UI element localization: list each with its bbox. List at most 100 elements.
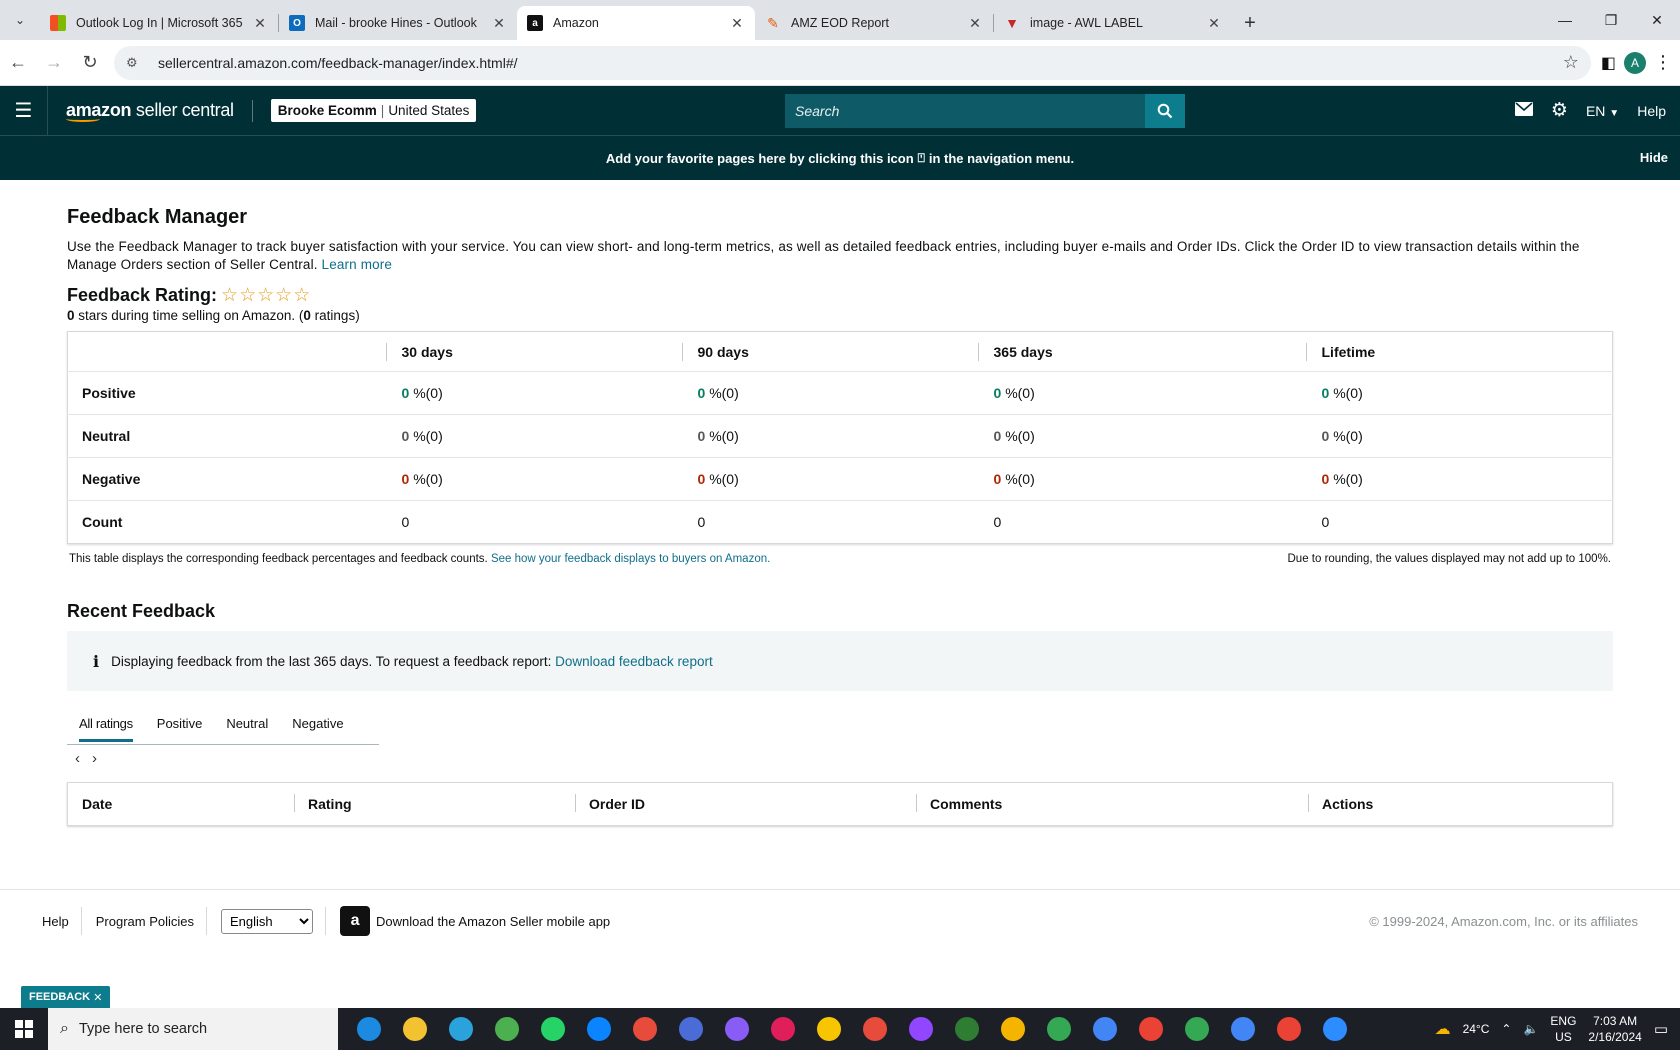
search-input[interactable] [785, 94, 1145, 128]
gear-icon[interactable]: ⚙ [1551, 99, 1568, 122]
tab-close-icon[interactable]: ✕ [1206, 15, 1222, 32]
new-tab-button[interactable]: + [1232, 6, 1268, 40]
reload-icon[interactable]: ↻ [72, 45, 108, 81]
help-link[interactable]: Help [1637, 103, 1666, 119]
taskbar-app-icon[interactable] [714, 1008, 760, 1050]
tab-close-icon[interactable]: ✕ [491, 15, 507, 32]
weather-temp[interactable]: 24°C [1463, 1022, 1490, 1036]
footer-links: Help Program Policies English a Download… [42, 906, 610, 936]
hide-banner-button[interactable]: Hide [1640, 150, 1668, 165]
tab-all-ratings[interactable]: All ratings [67, 703, 145, 744]
input-language[interactable]: ENG US [1550, 1013, 1576, 1045]
chevron-left-icon[interactable]: ‹ [75, 750, 80, 767]
learn-more-link[interactable]: Learn more [322, 257, 393, 272]
taskbar-app-icon[interactable] [1174, 1008, 1220, 1050]
taskbar-app-icon[interactable] [1128, 1008, 1174, 1050]
footer-help-link[interactable]: Help [42, 914, 81, 929]
count-cell: 0 [1321, 514, 1330, 530]
taskbar-app-icon[interactable] [530, 1008, 576, 1050]
close-window-icon[interactable]: ✕ [1634, 12, 1680, 29]
app-icon [817, 1017, 841, 1041]
amazon-seller-app-icon[interactable]: a [340, 906, 371, 936]
site-settings-icon[interactable]: ⚙ [126, 55, 146, 71]
browser-tab-amz-eod-report[interactable]: ✎ AMZ EOD Report ✕ [755, 6, 993, 40]
avatar[interactable]: A [1624, 51, 1646, 74]
windows-start-button[interactable] [0, 1008, 48, 1050]
search-button[interactable] [1145, 94, 1185, 128]
buyer-display-link[interactable]: See how your feedback displays to buyers… [491, 553, 770, 565]
forward-arrow-icon[interactable]: → [36, 45, 72, 81]
chevron-right-icon[interactable]: › [92, 750, 97, 767]
taskbar-app-icon[interactable] [622, 1008, 668, 1050]
taskbar-app-icon[interactable] [1036, 1008, 1082, 1050]
tab-close-icon[interactable]: ✕ [252, 15, 268, 32]
browser-menu-icon[interactable]: ⋮ [1654, 52, 1672, 73]
taskbar-app-icon[interactable] [1220, 1008, 1266, 1050]
lang-bottom: US [1555, 1030, 1572, 1044]
browser-tab-outlook-login[interactable]: Outlook Log In | Microsoft 365 ✕ [40, 6, 278, 40]
browser-tab-awl-label[interactable]: ▼ image - AWL LABEL ✕ [994, 6, 1232, 40]
taskbar-app-icon[interactable] [990, 1008, 1036, 1050]
col-lifetime: Lifetime [1305, 331, 1613, 372]
taskbar-app-icon[interactable] [1312, 1008, 1358, 1050]
taskbar-app-icon[interactable] [852, 1008, 898, 1050]
language-selector[interactable]: EN ▼ [1586, 103, 1619, 119]
taskbar-app-icon[interactable] [1082, 1008, 1128, 1050]
tab-close-icon[interactable]: ✕ [729, 15, 745, 32]
browser-tab-outlook-mail[interactable]: O Mail - brooke Hines - Outlook ✕ [279, 6, 517, 40]
browser-tab-amazon[interactable]: a Amazon ✕ [517, 6, 755, 40]
bookmark-star-icon[interactable]: ☆ [1563, 52, 1579, 73]
taskbar-app-icon[interactable] [760, 1008, 806, 1050]
notifications-icon[interactable]: ▭ [1654, 1020, 1668, 1038]
close-icon[interactable]: ✕ [93, 991, 102, 1004]
col-order-id[interactable]: Order ID [575, 782, 916, 826]
app-icon [587, 1017, 611, 1041]
tab-close-icon[interactable]: ✕ [967, 15, 983, 32]
url-input[interactable]: ⚙ sellercentral.amazon.com/feedback-mana… [114, 45, 1591, 80]
info-alert: i Displaying feedback from the last 365 … [67, 631, 1613, 691]
download-app-link[interactable]: Download the Amazon Seller mobile app [376, 914, 610, 929]
percent-count: %(0) [709, 428, 739, 444]
positive-value: 0 [401, 385, 410, 401]
feedback-tab-button[interactable]: FEEDBACK ✕ [21, 986, 111, 1008]
footer-language-select[interactable]: English [221, 908, 314, 934]
col-actions[interactable]: Actions [1308, 782, 1612, 826]
taskbar-app-icon[interactable] [898, 1008, 944, 1050]
amazon-icon: a [527, 15, 543, 31]
account-switcher[interactable]: Brooke Ecomm | United States [270, 99, 477, 122]
taskbar-app-icon[interactable] [576, 1008, 622, 1050]
footer-program-policies-link[interactable]: Program Policies [96, 914, 206, 929]
col-comments[interactable]: Comments [916, 782, 1308, 826]
ratings-count: 0 [303, 308, 311, 323]
minimize-icon[interactable]: — [1542, 12, 1588, 28]
percent-count: %(0) [1333, 385, 1363, 401]
tab-search-chevron-icon[interactable]: ⌄ [0, 0, 40, 40]
taskbar-app-icon[interactable] [484, 1008, 530, 1050]
taskbar-app-icon[interactable] [346, 1008, 392, 1050]
volume-icon[interactable]: 🔈 [1523, 1022, 1538, 1036]
weather-icon[interactable]: ☁ [1435, 1019, 1451, 1039]
tab-positive[interactable]: Positive [145, 703, 215, 744]
tray-overflow-icon[interactable]: ⌃ [1501, 1022, 1511, 1036]
taskbar-app-icon[interactable] [806, 1008, 852, 1050]
taskbar-app-icon[interactable] [392, 1008, 438, 1050]
tab-negative[interactable]: Negative [280, 703, 355, 744]
seller-central-logo[interactable]: amazon seller central [66, 100, 234, 122]
taskbar-app-icon[interactable] [944, 1008, 990, 1050]
mail-icon[interactable] [1514, 102, 1533, 119]
taskbar-app-icon[interactable] [438, 1008, 484, 1050]
restore-icon[interactable]: ❐ [1588, 12, 1634, 29]
col-date[interactable]: Date [68, 782, 294, 826]
taskbar-app-icon[interactable] [1266, 1008, 1312, 1050]
footer-divider [325, 907, 327, 935]
download-feedback-report-link[interactable]: Download feedback report [555, 654, 713, 669]
back-arrow-icon[interactable]: ← [0, 45, 36, 81]
col-rating[interactable]: Rating [294, 782, 575, 826]
taskbar-search[interactable]: ⌕ Type here to search [48, 1008, 338, 1050]
hamburger-menu-icon[interactable]: ☰ [0, 85, 48, 136]
side-panel-icon[interactable]: ◧ [1601, 53, 1616, 73]
tab-neutral[interactable]: Neutral [214, 703, 280, 744]
taskbar-clock[interactable]: 7:03 AM 2/16/2024 [1588, 1013, 1641, 1045]
taskbar-app-icon[interactable] [668, 1008, 714, 1050]
tab-title: image - AWL LABEL [1030, 16, 1144, 30]
